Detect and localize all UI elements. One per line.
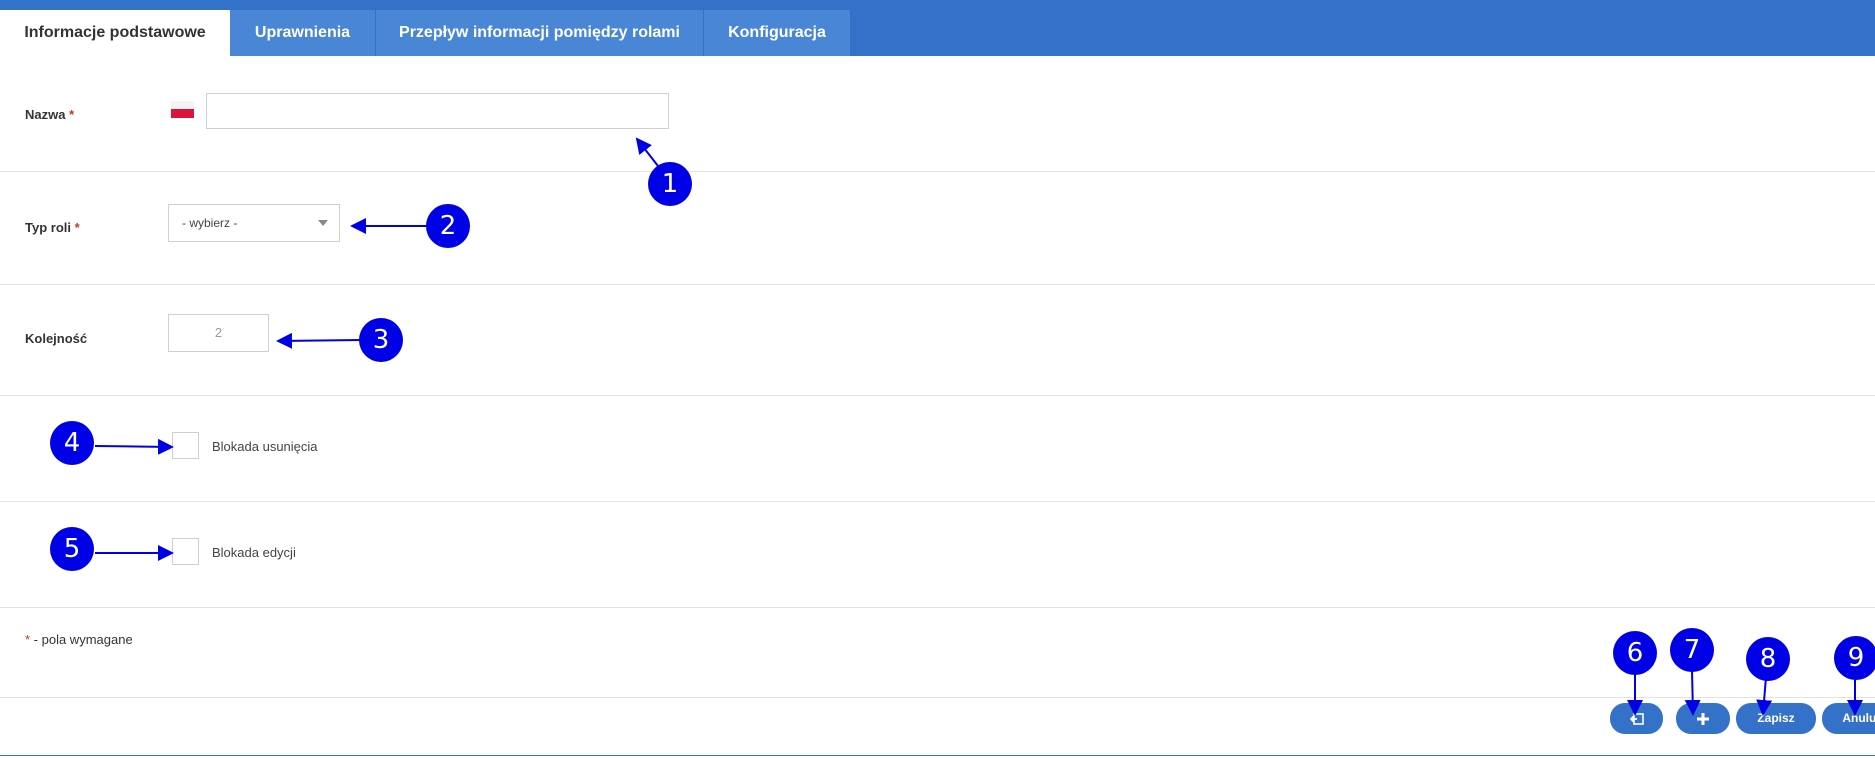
callout-7: 7 xyxy=(1670,628,1714,672)
callout-8: 8 xyxy=(1746,637,1790,681)
callout-5: 5 xyxy=(50,527,94,571)
callout-3: 3 xyxy=(359,318,403,362)
callout-6: 6 xyxy=(1613,631,1657,675)
callout-1: 1 xyxy=(648,162,692,206)
callout-2: 2 xyxy=(426,204,470,248)
annotation-arrows xyxy=(94,137,1863,716)
callout-9: 9 xyxy=(1834,636,1875,680)
callout-4: 4 xyxy=(50,421,94,465)
